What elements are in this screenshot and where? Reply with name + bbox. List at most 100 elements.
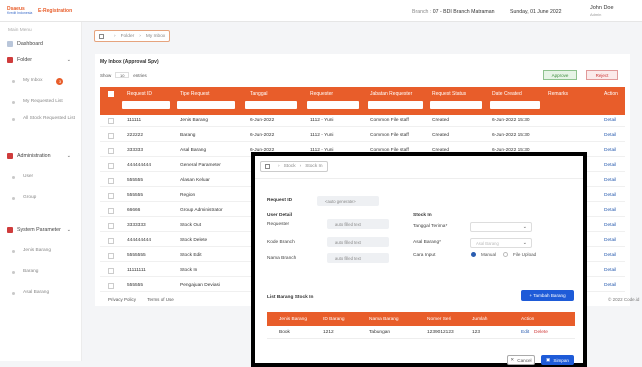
row-checkbox[interactable] xyxy=(108,238,114,244)
tanggal-terima-select[interactable]: ⌄ xyxy=(470,222,532,232)
filter-status-input[interactable] xyxy=(430,101,482,109)
filter-request-id-input[interactable] xyxy=(122,101,170,109)
cell-id: 3333333 xyxy=(127,223,146,228)
entries-label: entries xyxy=(133,72,147,78)
detail-link[interactable]: Detail xyxy=(604,118,616,123)
detail-link[interactable]: Detail xyxy=(604,223,616,228)
home-icon[interactable] xyxy=(99,33,104,39)
administration-icon xyxy=(7,153,13,159)
row-checkbox[interactable] xyxy=(108,148,114,154)
home-icon[interactable] xyxy=(265,164,270,169)
detail-link[interactable]: Detail xyxy=(604,268,616,273)
col-request-id[interactable]: Request ID xyxy=(127,91,152,97)
approve-button[interactable]: Approve xyxy=(543,70,577,80)
col-tipe-request[interactable]: Tipe Request xyxy=(180,91,210,97)
cell-requester: 1112 - Yuni xyxy=(310,118,334,123)
sidebar-item-administration[interactable]: Administration xyxy=(7,153,51,159)
asal-barang-select[interactable]: Asal Barang ⌄ xyxy=(470,238,532,248)
radio-file-upload[interactable]: File Upload xyxy=(503,252,536,257)
breadcrumb-stock[interactable]: Stock xyxy=(284,164,296,169)
bullet-icon xyxy=(12,101,15,104)
detail-link[interactable]: Detail xyxy=(604,208,616,213)
dashboard-icon xyxy=(7,41,13,47)
col-nama-barang: Nama Barang xyxy=(369,317,399,322)
chevron-down-icon[interactable]: ⌄ xyxy=(67,57,71,63)
detail-link[interactable]: Detail xyxy=(604,133,616,138)
cell-tipe: Asal Barang xyxy=(180,148,207,153)
delete-link[interactable]: Delete xyxy=(534,330,548,335)
sidebar-item-barang[interactable]: Barang xyxy=(12,269,78,276)
filter-tanggal-input[interactable] xyxy=(245,101,297,109)
sidebar-item-all-stock-requested-list[interactable]: All Stock Requested List xyxy=(12,116,78,123)
col-request-status[interactable]: Request Status xyxy=(432,91,466,97)
row-checkbox[interactable] xyxy=(108,208,114,214)
cell-tipe: Region xyxy=(180,193,196,198)
sidebar-item-folder[interactable]: Folder xyxy=(7,57,32,63)
row-checkbox[interactable] xyxy=(108,193,114,199)
row-checkbox[interactable] xyxy=(108,253,114,259)
row-checkbox[interactable] xyxy=(108,283,114,289)
sidebar-item-label: Folder xyxy=(17,57,33,63)
breadcrumb-separator: › xyxy=(139,33,141,39)
row-checkbox[interactable] xyxy=(108,178,114,184)
col-tanggal[interactable]: Tanggal xyxy=(250,91,268,97)
col-remarks[interactable]: Remarks xyxy=(548,91,568,97)
cell-tanggal: 6-Jun-2022 xyxy=(250,118,275,123)
sidebar-item-my-requested-list[interactable]: My Requested List xyxy=(12,99,78,106)
copyright: © 2022 Code.id xyxy=(608,297,640,302)
user-menu[interactable]: John Doe Admin xyxy=(590,5,630,17)
filter-tipe-request-input[interactable] xyxy=(177,101,235,109)
detail-link[interactable]: Detail xyxy=(604,178,616,183)
bullet-icon xyxy=(12,292,15,295)
col-requester[interactable]: Requester xyxy=(310,91,333,97)
cell-id: 66666 xyxy=(127,208,141,213)
terms-of-use-link[interactable]: Terms of Use xyxy=(147,297,174,302)
detail-link[interactable]: Detail xyxy=(604,163,616,168)
row-checkbox[interactable] xyxy=(108,223,114,229)
detail-link[interactable]: Detail xyxy=(604,148,616,153)
privacy-policy-link[interactable]: Privacy Policy xyxy=(108,297,136,302)
detail-link[interactable]: Detail xyxy=(604,193,616,198)
sidebar-item-label: Administration xyxy=(17,153,51,159)
sidebar-item-group[interactable]: Group xyxy=(12,195,78,202)
sidebar-item-asal-barang[interactable]: Asal Barang xyxy=(12,290,78,297)
cell-requester: 1112 - Yuni xyxy=(310,133,334,138)
detail-link[interactable]: Detail xyxy=(604,283,616,288)
sidebar-item-label: Dashboard xyxy=(17,41,43,47)
col-date-created[interactable]: Date Created xyxy=(492,91,522,97)
logo-subtext: Kredit Indonesia xyxy=(7,11,33,15)
app-logo[interactable]: Dsaeus Kredit Indonesia xyxy=(7,6,35,16)
sidebar-item-system-parameter[interactable]: System Parameter xyxy=(7,227,61,233)
filter-jabatan-input[interactable] xyxy=(368,101,423,109)
kode-branch-field: auto filled text xyxy=(327,237,389,247)
col-jabatan-requester[interactable]: Jabatan Requester xyxy=(370,91,412,97)
breadcrumb-folder[interactable]: Folder xyxy=(121,34,135,39)
top-bar: Dsaeus Kredit Indonesia E-Registration B… xyxy=(0,0,642,22)
detail-link[interactable]: Detail xyxy=(604,238,616,243)
radio-manual[interactable]: Manual xyxy=(471,252,496,257)
sidebar-item-dashboard[interactable]: Dashboard xyxy=(7,41,43,47)
select-all-checkbox[interactable] xyxy=(108,91,114,97)
detail-link[interactable]: Detail xyxy=(604,253,616,258)
chevron-down-icon[interactable]: ⌄ xyxy=(67,227,71,233)
filter-date-created-input[interactable] xyxy=(490,101,540,109)
row-checkbox[interactable] xyxy=(108,163,114,169)
save-button[interactable]: ▣ Simpan xyxy=(541,355,574,365)
chevron-down-icon[interactable]: ⌄ xyxy=(67,153,71,159)
edit-link[interactable]: Edit xyxy=(521,330,529,335)
cancel-button[interactable]: ✕ Cancel xyxy=(507,355,535,365)
row-checkbox[interactable] xyxy=(108,118,114,124)
row-checkbox[interactable] xyxy=(108,133,114,139)
row-checkbox[interactable] xyxy=(108,268,114,274)
kode-branch-label: Kode Branch xyxy=(267,240,295,245)
add-item-button[interactable]: + Tambah Barang xyxy=(521,290,574,301)
reject-button[interactable]: Reject xyxy=(586,70,618,80)
sidebar-item-user[interactable]: User xyxy=(12,174,78,181)
sidebar-item-my-inbox[interactable]: My Inbox 3 xyxy=(12,78,78,85)
sidebar-item-label: User xyxy=(23,174,34,179)
sidebar-item-jenis-barang[interactable]: Jenis Barang xyxy=(12,248,78,255)
entries-select[interactable]: 10 xyxy=(115,72,130,78)
table-row: 111111 Jenis Barang 6-Jun-2022 1112 - Yuni C… xyxy=(100,115,625,127)
filter-requester-input[interactable] xyxy=(307,101,359,109)
sidebar: Main Menu Dashboard Folder ⌄ My Inbox 3 … xyxy=(0,22,82,361)
